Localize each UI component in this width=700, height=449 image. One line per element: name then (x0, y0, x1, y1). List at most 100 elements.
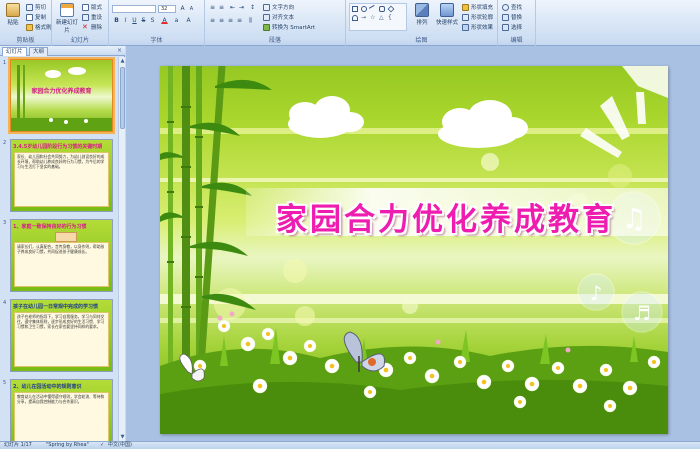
arrange-button[interactable]: 排列 (410, 3, 434, 26)
music-note-bubble-icon: ♬ (621, 291, 663, 333)
increase-indent-icon[interactable]: ⇥ (238, 4, 245, 11)
align-left-icon[interactable]: ≡ (209, 17, 216, 24)
numbering-icon[interactable]: ≡ (218, 4, 225, 11)
layout-button[interactable]: 版式 (82, 3, 102, 11)
reset-button[interactable]: 重设 (82, 13, 102, 21)
quick-styles-button[interactable]: 快速样式 (434, 3, 460, 26)
slides-panel: 幻灯片 大纲 × 1 家园合力优化养成教育 2 3.4.5岁幼儿园阶段行为习惯的… (0, 46, 125, 441)
oval-shape-icon[interactable] (361, 6, 367, 12)
thumbnail-body: 教育幼儿在活动中懂得遵守规则，学会轮流、等待和分享，提高自我控制能力与合作意识。 (14, 392, 109, 441)
line-shape-icon[interactable] (368, 4, 378, 14)
light-band (160, 318, 668, 323)
brace-shape-icon[interactable]: { (388, 15, 394, 21)
effects-icon (462, 23, 469, 31)
diamond-shape-icon[interactable] (387, 5, 395, 13)
paste-icon (6, 3, 20, 17)
clipboard-group: 粘贴 剪切 复制 格式刷 剪贴板 (0, 0, 52, 46)
line-spacing-icon[interactable]: ↕ (249, 4, 256, 11)
light-bubble (295, 306, 315, 326)
font-name-input[interactable] (112, 5, 156, 13)
thumbnail-row: 5 2、幼儿在园活动中的规则意识 教育幼儿在活动中懂得遵守规则，学会轮流、等待和… (0, 379, 118, 441)
slide-thumbnail-1[interactable]: 家园合力优化养成教育 (8, 57, 115, 134)
slide-canvas[interactable]: ♫ ♪ ♬ (160, 66, 668, 434)
slide-title[interactable]: 家园合力优化养成教育 (246, 194, 646, 239)
thumbnail-number: 1 (3, 60, 7, 66)
thumbnail-scrollbar[interactable]: ▲ ▼ (118, 57, 125, 441)
thumbnail-body: 请家长们，认真配合，言传身教，以身作则，帮助孩子养成良好习惯，共同促进孩子健康成… (14, 242, 109, 287)
tab-outline[interactable]: 大纲 (29, 47, 49, 56)
scissors-icon (26, 3, 33, 11)
align-text-icon (263, 13, 270, 21)
shape-fill-button[interactable]: 形状填充 (462, 3, 493, 11)
align-right-icon[interactable]: ≡ (227, 17, 234, 24)
align-text-button[interactable]: 对齐文本 (263, 13, 294, 21)
select-button[interactable]: 选择 (502, 23, 522, 31)
justify-icon[interactable]: ≡ (236, 17, 243, 24)
powerpoint-window: 粘贴 剪切 复制 格式刷 剪贴板 新建幻灯片 版式 重设 ✕ 删除 幻灯片 32 … (0, 0, 700, 449)
slide-background-art: ♫ ♪ ♬ (160, 66, 668, 434)
new-slide-button[interactable]: 新建幻灯片 (54, 3, 80, 34)
star-shape-icon[interactable]: ☆ (370, 15, 376, 21)
daisy (84, 119, 88, 123)
underline-icon[interactable]: U (131, 17, 138, 24)
drawing-group-label: 绘图 (346, 37, 497, 45)
thumbnail-title: 孩子在幼儿园一日常规中完成的学习惯 (13, 304, 99, 310)
change-case-icon[interactable]: a (173, 17, 180, 24)
shapes-gallery[interactable]: → ☆ △ { (349, 3, 407, 31)
slide-counter: 幻灯片 1/17 (4, 442, 32, 448)
arc-shape-icon[interactable] (352, 15, 358, 21)
clear-formatting-icon[interactable]: A (185, 17, 192, 24)
align-center-icon[interactable]: ≡ (218, 17, 225, 24)
grow-font-icon[interactable]: A (179, 5, 186, 12)
spellcheck-icon[interactable]: ✓ (100, 442, 104, 449)
find-button[interactable]: 查找 (502, 3, 522, 11)
arrow-shape-icon[interactable]: → (361, 15, 367, 21)
light-bubble (481, 153, 499, 171)
pen-icon (462, 13, 469, 21)
shadow-icon[interactable]: S (149, 17, 156, 24)
tab-slides[interactable]: 幻灯片 (2, 47, 27, 56)
slide-thumbnail-4[interactable]: 孩子在幼儿园一日常规中完成的学习惯 孩子在老师的指导下，学习自我服务，学习与同伴… (10, 299, 113, 372)
italic-icon[interactable]: I (122, 17, 129, 24)
cloud-right (438, 100, 528, 148)
shrink-font-icon[interactable]: A (188, 5, 195, 12)
svg-text:♪: ♪ (590, 281, 603, 305)
rectangle-shape-icon[interactable] (352, 6, 358, 12)
replace-icon (502, 13, 509, 21)
paste-button[interactable]: 粘贴 (1, 3, 25, 26)
shape-effects-button[interactable]: 形状效果 (462, 23, 493, 31)
thumbnail-row: 1 家园合力优化养成教育 (0, 57, 118, 135)
font-color-icon[interactable]: A (161, 17, 168, 24)
slide-thumbnail-5[interactable]: 2、幼儿在园活动中的规则意识 教育幼儿在活动中懂得遵守规则，学会轮流、等待和分享… (10, 379, 113, 441)
columns-icon[interactable]: ⫼ (247, 17, 254, 24)
language-indicator[interactable]: 中文(中国) (108, 442, 132, 449)
shape-outline-button[interactable]: 形状轮廓 (462, 13, 493, 21)
smartart-button[interactable]: 转换为 SmartArt (263, 23, 315, 31)
scroll-up-icon[interactable]: ▲ (119, 57, 126, 65)
bullets-icon[interactable]: ≡ (209, 4, 216, 11)
delete-slide-button[interactable]: ✕ 删除 (82, 23, 102, 31)
bold-icon[interactable]: B (113, 17, 120, 24)
slide-thumbnail-2[interactable]: 3.4.5岁幼儿园阶段行为习惯的关键时期 家长、幼儿园和社会共同努力，为幼儿创设… (10, 139, 113, 212)
copy-button[interactable]: 复制 (26, 13, 46, 21)
thumbnail-scenery (11, 65, 112, 131)
thumbnail-picture (55, 232, 77, 242)
triangle-shape-icon[interactable]: △ (379, 15, 385, 21)
close-panel-icon[interactable]: × (117, 47, 122, 54)
sunlight-corner (622, 66, 668, 98)
font-size-input[interactable]: 32 (158, 5, 176, 13)
copy-icon (26, 13, 33, 21)
thumbnail-number: 4 (3, 300, 7, 306)
replace-button[interactable]: 替换 (502, 13, 522, 21)
cut-button[interactable]: 剪切 (26, 3, 46, 11)
strikethrough-icon[interactable]: S (140, 17, 147, 24)
daisy (64, 120, 68, 124)
format-painter-button[interactable]: 格式刷 (26, 23, 52, 31)
thumbnail-title: 2、幼儿在园活动中的规则意识 (13, 384, 82, 390)
scroll-down-icon[interactable]: ▼ (119, 433, 126, 441)
text-direction-button[interactable]: 文字方向 (263, 3, 294, 11)
decrease-indent-icon[interactable]: ⇤ (229, 4, 236, 11)
rounded-rect-shape-icon[interactable] (379, 6, 385, 12)
scroll-thumb[interactable] (120, 67, 125, 129)
slide-thumbnail-3[interactable]: 1、家庭一致保持良好的行为习惯 请家长们，认真配合，言传身教，以身作则，帮助孩子… (10, 219, 113, 292)
